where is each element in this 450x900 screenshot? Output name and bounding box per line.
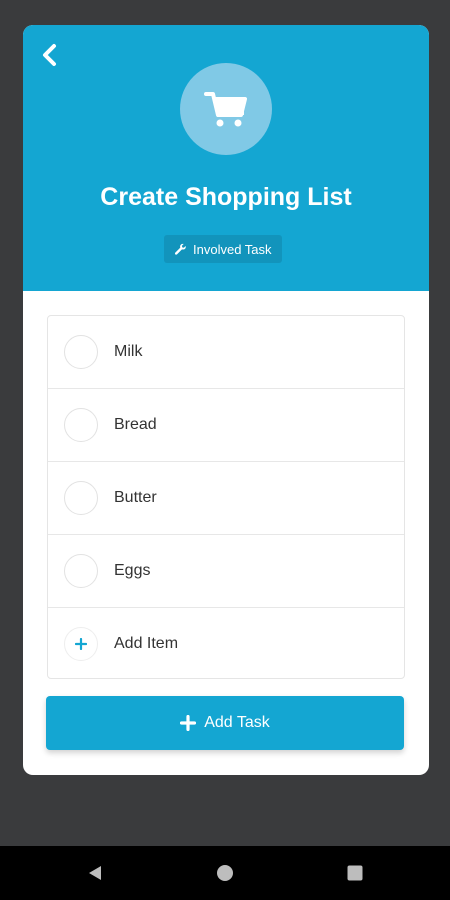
page-title: Create Shopping List [100,183,352,211]
add-task-button[interactable]: Add Task [46,696,404,750]
home-circle-icon [217,865,233,881]
back-button[interactable] [37,41,63,69]
item-label: Butter [114,489,157,506]
checkbox-circle[interactable] [64,408,98,442]
shopping-cart-icon [204,92,247,127]
checkbox-circle[interactable] [64,554,98,588]
item-label: Eggs [114,562,151,579]
item-label: Bread [114,416,157,433]
nav-recents-button[interactable] [343,861,367,885]
add-task-label: Add Task [204,714,270,731]
checkbox-circle[interactable] [64,335,98,369]
cart-icon-circle [180,63,272,155]
checkbox-circle[interactable] [64,481,98,515]
list-item[interactable]: Bread [48,389,404,462]
chevron-left-icon [43,44,56,66]
nav-home-button[interactable] [213,861,237,885]
shopping-checklist: Milk Bread Butter Eggs Add Item [47,315,405,679]
back-triangle-icon [89,866,101,880]
add-item-label: Add Item [114,635,179,652]
task-card: Create Shopping List Involved Task Milk … [23,25,429,775]
recents-square-icon [347,865,363,881]
wrench-icon [174,243,186,255]
nav-back-button[interactable] [83,861,107,885]
plus-icon[interactable] [64,627,98,661]
task-type-badge: Involved Task [164,235,282,263]
list-item[interactable]: Milk [48,316,404,389]
item-label: Milk [114,343,143,360]
plus-icon [180,715,197,731]
badge-label: Involved Task [193,241,272,257]
list-item[interactable]: Butter [48,462,404,535]
system-nav-bar [0,846,450,900]
add-item-row[interactable]: Add Item [48,608,404,680]
list-item[interactable]: Eggs [48,535,404,608]
card-header: Create Shopping List Involved Task [23,25,429,291]
